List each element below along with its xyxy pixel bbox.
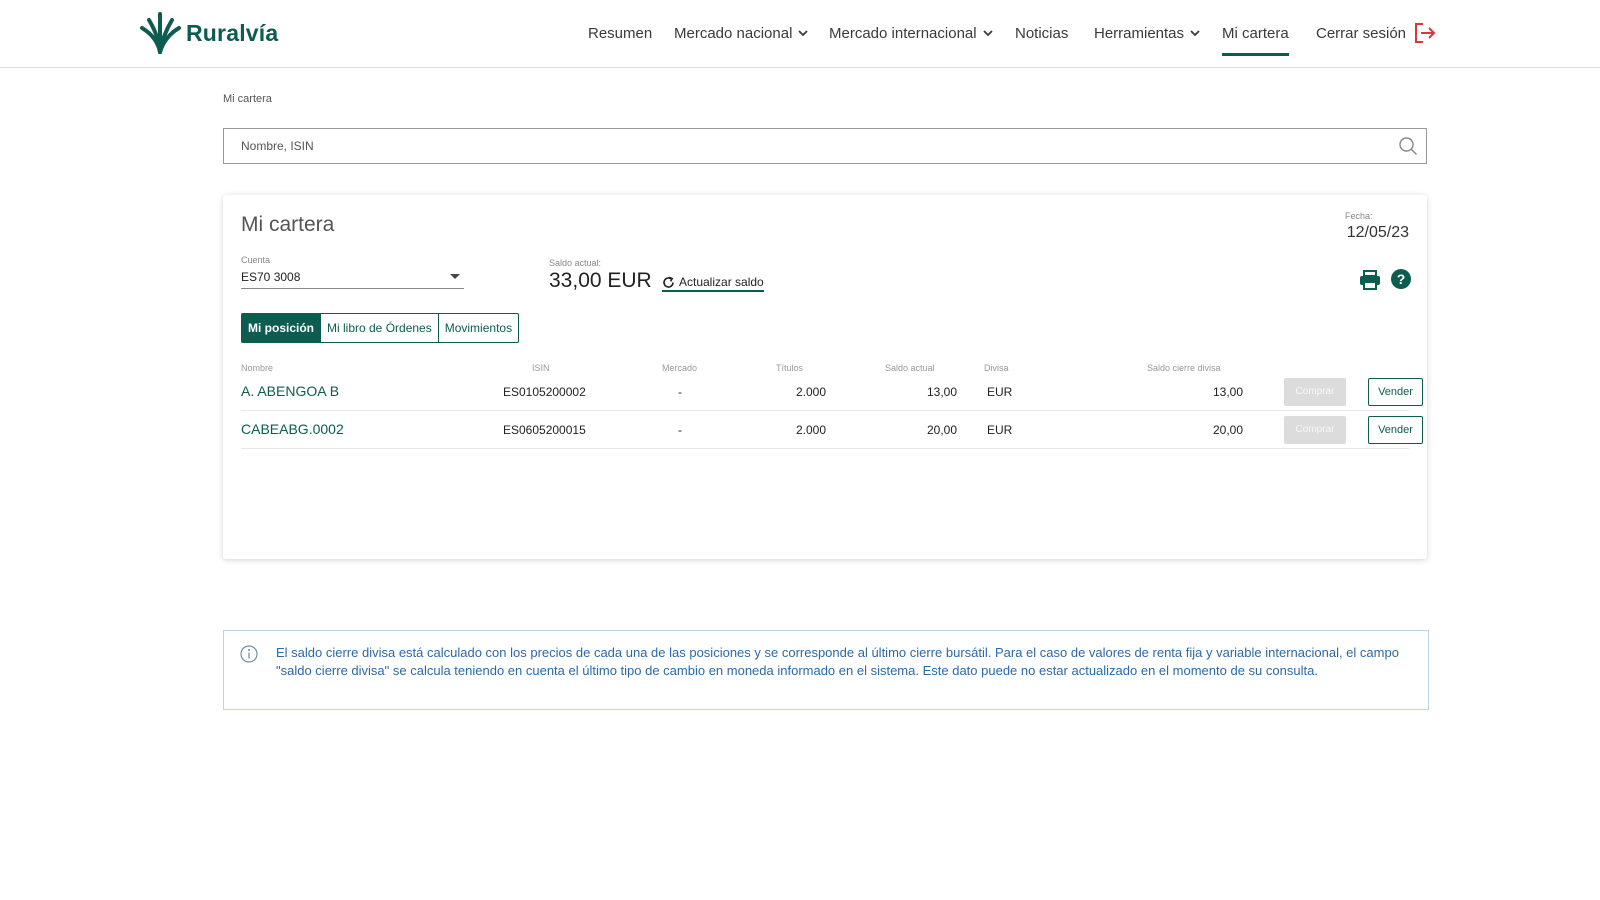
caret-down-icon bbox=[450, 274, 460, 279]
cell-mercado: - bbox=[678, 423, 682, 437]
cell-saldo-actual: 13,00 bbox=[926, 385, 957, 399]
header-divisa: Divisa bbox=[984, 363, 1009, 373]
table-row: CABEABG.0002 ES0605200015 - 2.000 20,00 … bbox=[241, 411, 1423, 449]
tab-mi-posicion[interactable]: Mi posición bbox=[241, 313, 321, 343]
tab-mi-libro-de-ordenes[interactable]: Mi libro de Órdenes bbox=[321, 313, 439, 343]
help-icon[interactable]: ? bbox=[1391, 269, 1411, 289]
cell-isin: ES0605200015 bbox=[503, 423, 586, 437]
cell-isin: ES0105200002 bbox=[503, 385, 586, 399]
header-nombre: Nombre bbox=[241, 363, 274, 373]
comprar-button[interactable]: Comprar bbox=[1284, 378, 1346, 406]
fecha-label: Fecha: bbox=[1345, 211, 1373, 221]
nav-item-resumen[interactable]: Resumen bbox=[588, 22, 652, 44]
nav-item-mercado-internacional[interactable]: Mercado internacional bbox=[829, 22, 993, 44]
portfolio-card: Mi cartera Fecha: 12/05/23 Cuenta ES70 3… bbox=[223, 195, 1427, 559]
header-saldo-cierre-divisa: Saldo cierre divisa bbox=[1147, 363, 1221, 373]
cell-titulos: 2.000 bbox=[795, 385, 826, 399]
nav-item-label: Mercado internacional bbox=[829, 24, 977, 42]
cell-divisa: EUR bbox=[987, 385, 1013, 399]
header-isin: ISIN bbox=[532, 363, 550, 373]
table-row: A. ABENGOA B ES0105200002 - 2.000 13,00 … bbox=[241, 373, 1423, 411]
cell-saldo-cierre-divisa: 13,00 bbox=[1212, 385, 1243, 399]
cell-mercado: - bbox=[678, 385, 682, 399]
header-saldo-actual: Saldo actual bbox=[885, 363, 935, 373]
nav-item-mercado-nacional[interactable]: Mercado nacional bbox=[674, 22, 809, 44]
vender-button[interactable]: Vender bbox=[1368, 378, 1423, 406]
print-icon[interactable] bbox=[1359, 270, 1381, 290]
nav-item-label: Mi cartera bbox=[1222, 24, 1289, 42]
cell-nombre[interactable]: A. ABENGOA B bbox=[241, 383, 339, 399]
refresh-icon bbox=[663, 275, 674, 288]
breadcrumb: Mi cartera bbox=[223, 93, 272, 105]
actualizar-label: Actualizar saldo bbox=[679, 275, 764, 289]
nav-item-label: Herramientas bbox=[1094, 24, 1185, 42]
chevron-down-icon bbox=[1190, 30, 1200, 37]
nav-item-mi-cartera[interactable]: Mi cartera bbox=[1222, 22, 1289, 56]
header-mercado: Mercado bbox=[662, 363, 698, 373]
info-notice: El saldo cierre divisa está calculado co… bbox=[223, 630, 1429, 710]
comprar-button[interactable]: Comprar bbox=[1284, 416, 1346, 444]
actualizar-saldo-link[interactable]: Actualizar saldo bbox=[662, 275, 764, 292]
chevron-down-icon bbox=[798, 30, 809, 37]
fecha-value: 12/05/23 bbox=[1346, 224, 1409, 241]
view-tabs: Mi posición Mi libro de Órdenes Movimien… bbox=[241, 313, 520, 343]
nav-item-herramientas[interactable]: Herramientas bbox=[1094, 22, 1200, 44]
search-icon[interactable] bbox=[1398, 136, 1418, 156]
main-nav: Resumen Mercado nacional Mercado interna… bbox=[0, 0, 1600, 68]
logout-link[interactable]: Cerrar sesión bbox=[1316, 22, 1436, 44]
nav-item-noticias[interactable]: Noticias bbox=[1015, 22, 1068, 44]
saldo-value: 33,00 EUR bbox=[549, 269, 652, 292]
nav-item-label: Noticias bbox=[1015, 24, 1069, 42]
search-box bbox=[223, 128, 1427, 164]
cuenta-select[interactable]: ES70 3008 bbox=[241, 267, 464, 289]
cuenta-label: Cuenta bbox=[241, 255, 271, 265]
chevron-down-icon bbox=[982, 30, 993, 37]
cell-saldo-actual: 20,00 bbox=[926, 423, 957, 437]
card-title: Mi cartera bbox=[241, 213, 335, 236]
cuenta-value: ES70 3008 bbox=[241, 270, 301, 284]
logout-icon bbox=[1415, 23, 1436, 43]
nav-item-label: Resumen bbox=[588, 24, 653, 42]
cell-divisa: EUR bbox=[987, 423, 1013, 437]
saldo-label: Saldo actual: bbox=[549, 258, 602, 268]
cell-nombre[interactable]: CABEABG.0002 bbox=[241, 421, 344, 437]
cell-titulos: 2.000 bbox=[795, 423, 826, 437]
vender-button[interactable]: Vender bbox=[1368, 416, 1423, 444]
header-titulos: Títulos bbox=[776, 363, 804, 373]
search-input[interactable] bbox=[224, 129, 1426, 163]
info-text: El saldo cierre divisa está calculado co… bbox=[276, 645, 1399, 678]
logout-label: Cerrar sesión bbox=[1316, 24, 1407, 42]
info-icon bbox=[240, 645, 258, 663]
cell-saldo-cierre-divisa: 20,00 bbox=[1212, 423, 1243, 437]
nav-item-label: Mercado nacional bbox=[674, 24, 793, 42]
tab-movimientos[interactable]: Movimientos bbox=[438, 313, 520, 343]
top-header: Ruralvía Resumen Mercado nacional Mercad… bbox=[0, 0, 1600, 68]
